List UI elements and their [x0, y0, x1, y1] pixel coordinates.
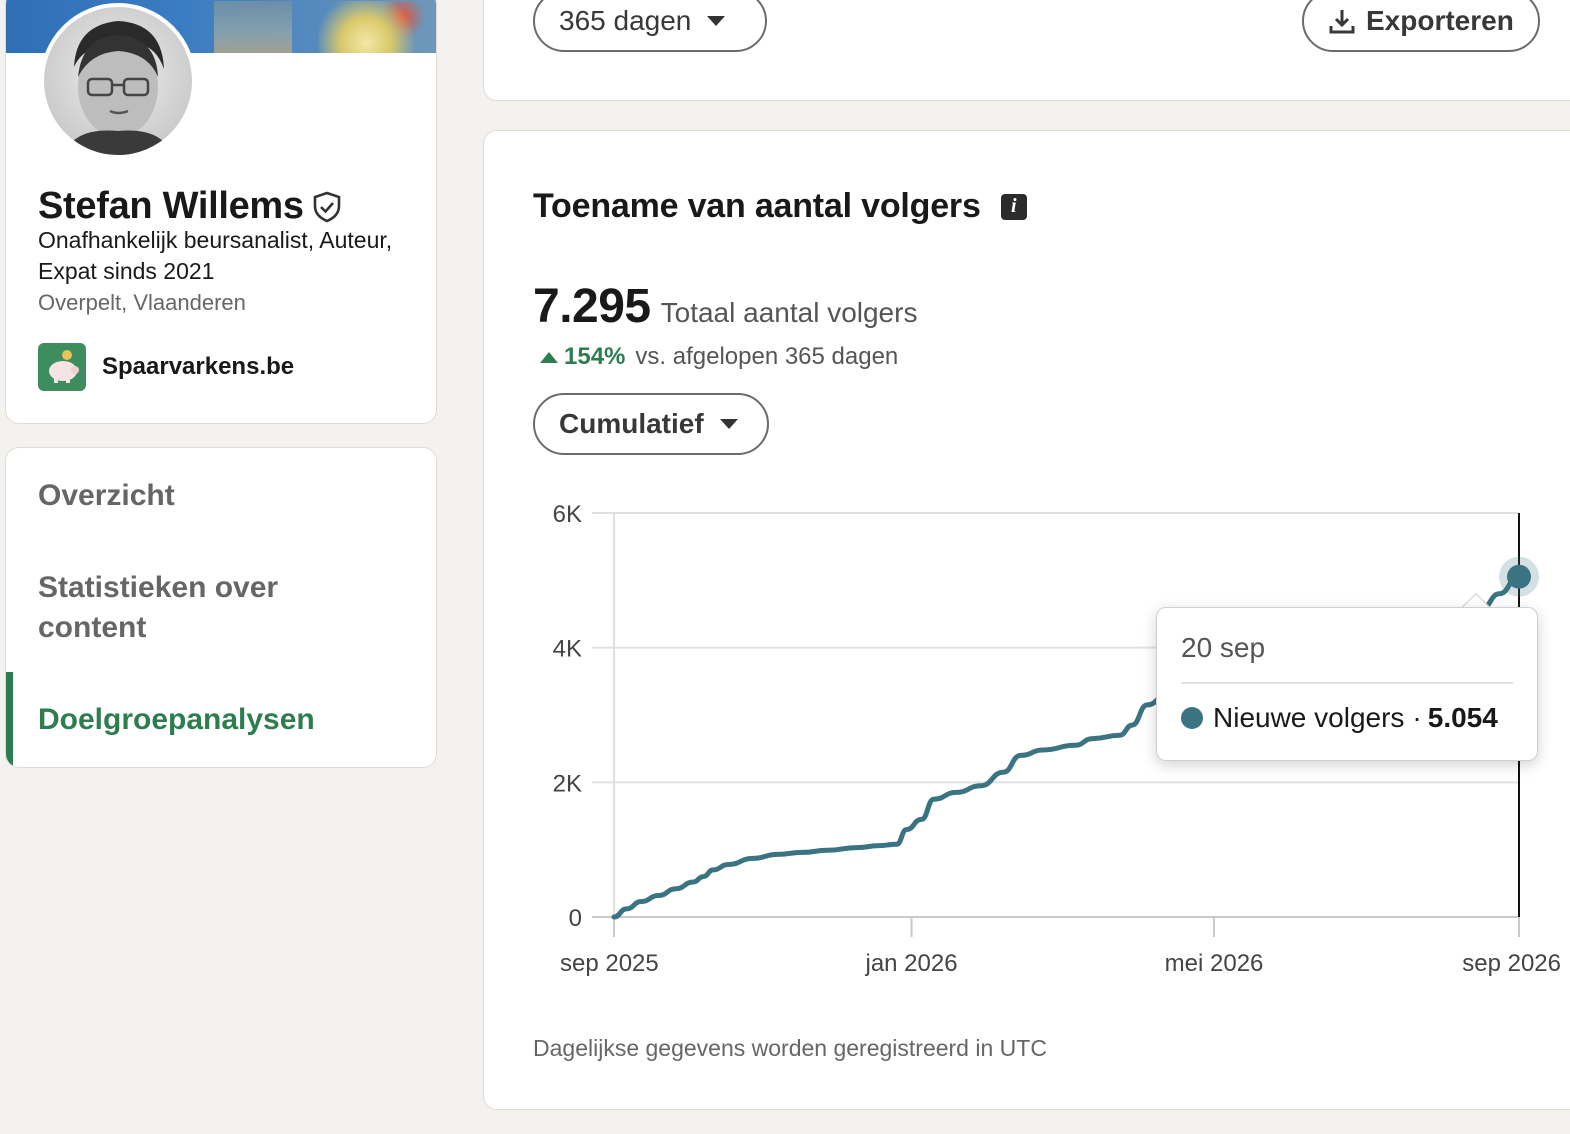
- series-dot-icon: [1181, 707, 1203, 729]
- profile-card: Stefan Willems Onafhankelijk beursanalis…: [5, 0, 437, 424]
- nav-item-statistieken[interactable]: Statistieken over content: [38, 568, 338, 648]
- profile-name[interactable]: Stefan Willems: [38, 185, 304, 228]
- nav-active-indicator: [6, 672, 13, 767]
- y-tick-label: 6K: [553, 501, 582, 528]
- period-label: 365 dagen: [559, 5, 692, 36]
- y-tick-label: 4K: [553, 636, 582, 663]
- analytics-page: Stefan Willems Onafhankelijk beursanalis…: [0, 0, 1570, 1134]
- banner-image: [214, 1, 292, 53]
- caret-down-icon: [707, 16, 726, 26]
- download-icon: [1329, 10, 1355, 34]
- profile-location: Overpelt, Vlaanderen: [38, 290, 246, 315]
- avatar-portrait: [64, 21, 172, 155]
- profile-headline: Onafhankelijk beursanalist, Auteur, Expa…: [38, 227, 393, 284]
- y-tick-label: 2K: [553, 770, 582, 797]
- tooltip-value: 5.054: [1427, 702, 1498, 733]
- tooltip-date: 20 sep: [1181, 632, 1266, 663]
- company-name: Spaarvarkens.be: [102, 353, 295, 380]
- avatar[interactable]: [40, 3, 196, 159]
- follower-chart[interactable]: 0 2K 4K 6K sep 2025 jan 2026 mei 2026 sep 2026: [484, 131, 1570, 1011]
- profile-name-row: Stefan Willems: [38, 185, 342, 228]
- highlight-point: [1507, 564, 1531, 589]
- period-dropdown[interactable]: 365 dagen: [533, 0, 767, 52]
- utc-footnote: Dagelijkse gegevens worden geregistreerd…: [533, 1035, 1047, 1061]
- chart-tooltip: 20 sep Nieuwe volgers · 5.054: [1156, 607, 1538, 761]
- export-button[interactable]: Exporteren: [1302, 0, 1540, 52]
- filter-bar: 365 dagen Exporteren: [483, 0, 1570, 101]
- tooltip-row: Nieuwe volgers · 5.054: [1181, 702, 1498, 734]
- banner-illustration: [318, 1, 436, 53]
- piggy-bank-icon: [38, 343, 86, 391]
- verified-shield-icon[interactable]: [312, 191, 342, 223]
- company-link[interactable]: Spaarvarkens.be: [38, 343, 294, 391]
- y-tick-label: 0: [569, 905, 582, 932]
- x-tick-label: sep 2025: [560, 950, 659, 977]
- follower-growth-card: Toename van aantal volgers i 7.295 Totaa…: [483, 130, 1570, 1110]
- x-tick-label: mei 2026: [1165, 950, 1264, 977]
- nav-item-doelgroepanalysen[interactable]: Doelgroepanalysen: [38, 700, 315, 740]
- tooltip-series: Nieuwe volgers: [1213, 702, 1405, 733]
- analytics-nav: Overzicht Statistieken over content Doel…: [5, 447, 437, 768]
- export-label: Exporteren: [1366, 5, 1514, 36]
- tooltip-separator: ·: [1412, 702, 1422, 733]
- x-tick-label: jan 2026: [864, 950, 957, 977]
- x-tick-label: sep 2026: [1462, 950, 1561, 977]
- tooltip-divider: [1181, 682, 1513, 684]
- nav-item-overzicht[interactable]: Overzicht: [38, 476, 175, 516]
